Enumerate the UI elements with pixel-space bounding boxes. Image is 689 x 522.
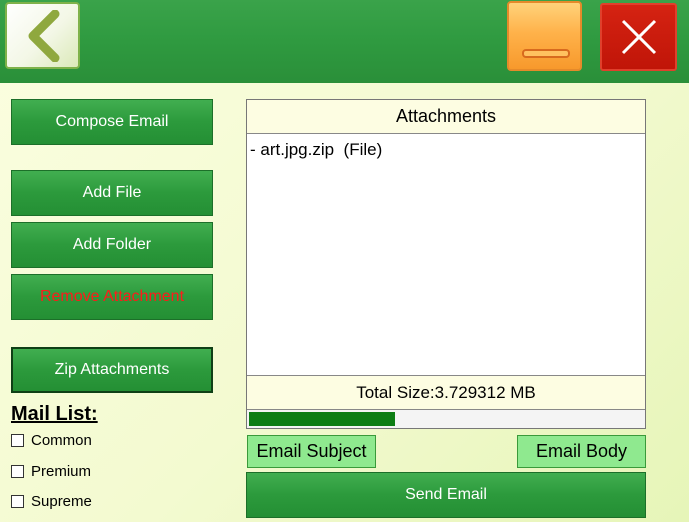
close-button[interactable] [600, 3, 677, 71]
checkbox[interactable] [11, 434, 24, 447]
email-subject-button[interactable]: Email Subject [247, 435, 376, 468]
compose-email-button[interactable]: Compose Email [11, 99, 213, 145]
progress-bar [247, 409, 645, 428]
attachments-title: Attachments [247, 100, 645, 134]
checkbox[interactable] [11, 465, 24, 478]
title-bar [0, 0, 689, 83]
minimize-button[interactable] [507, 1, 582, 71]
mail-list-title: Mail List: [11, 403, 98, 425]
add-file-button[interactable]: Add File [11, 170, 213, 216]
progress-fill [249, 412, 395, 426]
close-icon [621, 19, 656, 55]
attachments-panel: Attachments - art.jpg.zip (File) Total S… [246, 99, 646, 429]
chevron-left-icon [28, 9, 59, 62]
send-email-button[interactable]: Send Email [246, 472, 646, 518]
back-button[interactable] [5, 2, 80, 69]
remove-attachment-button[interactable]: Remove Attachment [11, 274, 213, 320]
attachments-list[interactable]: - art.jpg.zip (File) [250, 140, 640, 160]
mail-list-option-supreme[interactable]: Supreme [11, 493, 92, 510]
mail-list-option-common[interactable]: Common [11, 432, 92, 449]
add-folder-button[interactable]: Add Folder [11, 222, 213, 268]
zip-attachments-button[interactable]: Zip Attachments [11, 347, 213, 393]
checkbox[interactable] [11, 495, 24, 508]
mail-list-option-premium[interactable]: Premium [11, 463, 91, 480]
checkbox-label: Premium [31, 463, 92, 480]
total-size-label: Total Size:3.729312 MB [247, 375, 645, 409]
list-item[interactable]: - art.jpg.zip (File) [250, 140, 640, 160]
checkbox-label: Common [31, 432, 92, 449]
checkbox-label: Supreme [31, 493, 92, 510]
email-body-button[interactable]: Email Body [517, 435, 646, 468]
minimize-icon [522, 49, 570, 58]
